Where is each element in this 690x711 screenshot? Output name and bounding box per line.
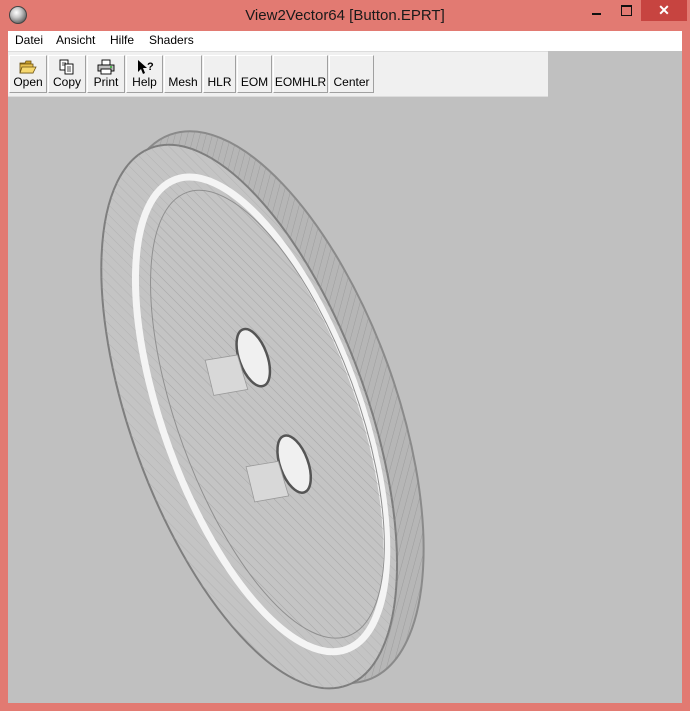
eom-label: EOM	[240, 75, 269, 89]
menu-hilfe[interactable]: Hilfe	[110, 33, 134, 47]
minimize-icon	[592, 13, 601, 15]
menu-ansicht[interactable]: Ansicht	[56, 33, 95, 47]
open-button[interactable]: Open	[9, 55, 47, 93]
close-button[interactable]: ✕	[641, 0, 687, 21]
copy-button[interactable]: Copy	[48, 55, 86, 93]
print-label: Print	[93, 75, 119, 89]
printer-icon	[97, 59, 115, 75]
menu-datei[interactable]: Datei	[15, 33, 43, 47]
hlr-label: HLR	[207, 75, 232, 89]
copy-icon	[59, 59, 74, 75]
toolbar: Open Copy Print ? Help Mesh HLR EOM EOMH…	[8, 51, 548, 97]
center-label: Center	[333, 75, 370, 89]
maximize-icon	[621, 5, 632, 16]
center-button[interactable]: Center	[329, 55, 374, 93]
help-label: Help	[132, 75, 157, 89]
svg-text:?: ?	[147, 61, 154, 73]
eom-button[interactable]: EOM	[237, 55, 272, 93]
open-label: Open	[13, 75, 43, 89]
menu-shaders[interactable]: Shaders	[149, 33, 194, 47]
app-window: View2Vector64 [Button.EPRT] ✕ Datei Ansi…	[0, 0, 690, 711]
help-cursor-icon: ?	[137, 60, 154, 74]
help-button[interactable]: ? Help	[126, 55, 163, 93]
wireframe-model	[100, 130, 425, 690]
minimize-button[interactable]	[582, 0, 612, 21]
menu-bar: Datei Ansicht Hilfe Shaders	[8, 31, 682, 51]
maximize-button[interactable]	[611, 0, 641, 21]
mesh-label: Mesh	[168, 75, 198, 89]
folder-open-icon	[19, 60, 37, 74]
print-button[interactable]: Print	[87, 55, 125, 93]
eomhlr-button[interactable]: EOMHLR	[273, 55, 328, 93]
eomhlr-label: EOMHLR	[274, 75, 327, 89]
copy-label: Copy	[52, 75, 81, 89]
hlr-button[interactable]: HLR	[203, 55, 236, 93]
mesh-button[interactable]: Mesh	[164, 55, 202, 93]
title-bar[interactable]: View2Vector64 [Button.EPRT] ✕	[0, 0, 690, 31]
close-icon: ✕	[658, 2, 670, 18]
client-area: Datei Ansicht Hilfe Shaders Open Copy Pr…	[8, 31, 682, 703]
3d-viewport[interactable]	[8, 96, 682, 703]
